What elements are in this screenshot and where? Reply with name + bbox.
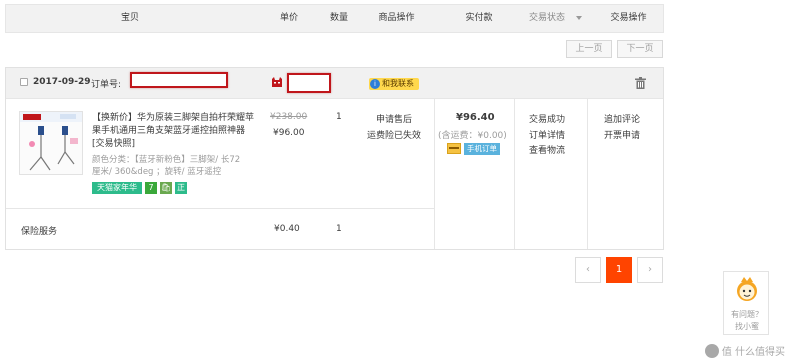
- shopping-bag-icon[interactable]: 🛍: [160, 182, 172, 194]
- shipping-fee: (含运费：¥0.00): [438, 131, 507, 141]
- order-header: 2017-09-29 订单号: i 和我联系: [6, 68, 663, 99]
- chat-icon: i: [370, 79, 380, 89]
- tmall-cat-icon: [272, 77, 282, 87]
- col-header-status: 交易状态: [529, 13, 566, 23]
- tmall-carnival-badge[interactable]: 天猫家年华: [92, 182, 142, 194]
- status-filter-dropdown[interactable]: 交易状态: [519, 5, 592, 32]
- snapshot-link[interactable]: [交易快照]: [92, 138, 262, 151]
- assistant-avatar-icon: [737, 277, 757, 301]
- apply-after-sale-link[interactable]: 申请售后: [376, 112, 412, 125]
- prev-page-arrow[interactable]: ‹: [575, 257, 601, 283]
- order-card: 2017-09-29 订单号: i 和我联系 【换新价】华为原装三脚架自拍杆荣耀…: [5, 67, 664, 250]
- spec-line-1: 颜色分类：【蓝牙新粉色】三脚架/ 长72: [92, 155, 241, 165]
- insurance-service-label: 保险服务: [21, 227, 58, 237]
- order-number-redacted: [130, 72, 228, 88]
- order-checkbox[interactable]: [20, 78, 28, 86]
- product-title-link[interactable]: 【换新价】华为原装三脚架自拍杆荣耀苹 果手机通用三角支架蓝牙遥控拍照神器 [交易…: [92, 112, 262, 151]
- col-header-paid: 实付款: [465, 13, 493, 23]
- shop-name-redacted[interactable]: [287, 73, 331, 93]
- shipping-insurance-status: 运费险已失效: [367, 131, 422, 141]
- col-header-qty: 数量: [329, 13, 348, 23]
- order-number-label: 订单号:: [91, 80, 122, 90]
- product-title-line-2: 果手机通用三角支架蓝牙遥控拍照神器: [92, 126, 246, 136]
- helper-line-1: 有问题？: [731, 310, 763, 319]
- paid-amount: ¥96.40: [456, 112, 495, 123]
- genuine-badge[interactable]: 正: [175, 182, 187, 194]
- tripod-product-image: [20, 112, 82, 171]
- watermark-logo-icon: [705, 343, 719, 358]
- table-header: 宝贝 单价 数量 商品操作 实付款 交易状态 交易操作: [5, 4, 664, 33]
- watermark: 值 什么值得买: [705, 343, 785, 358]
- help-assistant-widget[interactable]: 有问题？ 找小蜜: [723, 271, 769, 335]
- insurance-quantity: 1: [336, 224, 342, 234]
- product-spec: 颜色分类：【蓝牙新粉色】三脚架/ 长72 厘米/ 360&deg ；旋转/ 蓝牙…: [92, 154, 240, 178]
- dropdown-arrow-icon: [575, 15, 582, 20]
- view-logistics-link[interactable]: 查看物流: [529, 143, 565, 156]
- unit-price: ¥96.00: [273, 128, 305, 138]
- divider: [514, 99, 515, 249]
- current-page-button[interactable]: 1: [606, 257, 632, 283]
- col-header-price: 单价: [279, 13, 298, 23]
- insurance-price: ¥0.40: [274, 224, 300, 234]
- next-page-arrow[interactable]: ›: [637, 257, 663, 283]
- trash-icon[interactable]: [635, 77, 646, 89]
- trade-status: 交易成功: [529, 115, 566, 125]
- contact-seller-label: 和我联系: [382, 79, 414, 88]
- prev-page-button[interactable]: 上一页: [566, 40, 612, 58]
- next-page-button[interactable]: 下一页: [617, 40, 663, 58]
- order-date: 2017-09-29: [33, 77, 91, 87]
- spec-line-2: 厘米/ 360&deg ；旋转/ 蓝牙遥控: [92, 167, 222, 177]
- divider: [434, 99, 435, 249]
- helper-line-2: 找小蜜: [735, 322, 759, 331]
- credit-card-icon: [447, 143, 461, 154]
- product-thumbnail[interactable]: [19, 111, 83, 175]
- divider: [6, 208, 434, 209]
- order-details-link[interactable]: 订单详情: [529, 128, 565, 141]
- divider: [587, 99, 588, 249]
- quantity: 1: [336, 112, 342, 122]
- original-price: ¥238.00: [270, 112, 308, 122]
- seven-day-return-badge[interactable]: 7: [145, 182, 157, 194]
- col-header-item: 宝贝: [120, 13, 139, 23]
- add-review-link[interactable]: 追加评论: [604, 112, 640, 125]
- mobile-order-badge: 手机订单: [464, 143, 500, 155]
- contact-seller-button[interactable]: i 和我联系: [369, 78, 419, 90]
- invoice-request-link[interactable]: 开票申请: [604, 128, 640, 141]
- col-header-ops: 商品操作: [378, 13, 415, 23]
- product-title-line-1: 【换新价】华为原装三脚架自拍杆荣耀苹: [92, 113, 255, 123]
- col-header-trade-ops: 交易操作: [610, 13, 647, 23]
- watermark-text: 值 什么值得买: [721, 347, 786, 358]
